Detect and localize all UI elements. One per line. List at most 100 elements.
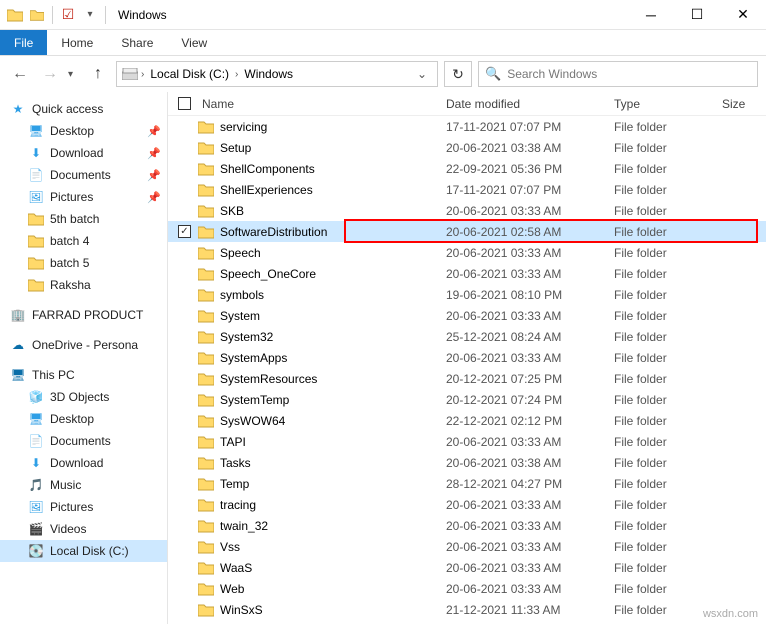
table-row[interactable]: Setup20-06-2021 03:38 AMFile folder [168,137,766,158]
select-all-checkbox[interactable] [178,97,191,110]
file-type: File folder [614,435,722,449]
table-row[interactable]: SysWOW6422-12-2021 02:12 PMFile folder [168,410,766,431]
table-row[interactable]: Vss20-06-2021 03:33 AMFile folder [168,536,766,557]
file-date: 20-06-2021 03:33 AM [446,435,614,449]
navbar: ← → ▾ ↑ › Local Disk (C:) › Windows ⌄ ↻ … [0,56,766,92]
folder-icon [28,211,44,227]
address-bar[interactable]: › Local Disk (C:) › Windows ⌄ [116,61,438,87]
file-date: 20-12-2021 07:24 PM [446,393,614,407]
sidebar-item[interactable]: batch 4 [0,230,167,252]
chevron-right-icon[interactable]: › [235,69,238,80]
file-date: 17-11-2021 07:07 PM [446,183,614,197]
table-row[interactable]: ✓SoftwareDistribution20-06-2021 02:58 AM… [168,221,766,242]
forward-button[interactable]: → [38,62,62,86]
file-type: File folder [614,183,722,197]
sidebar-item[interactable]: batch 5 [0,252,167,274]
maximize-button[interactable]: ☐ [674,0,720,30]
table-row[interactable]: twain_3220-06-2021 03:33 AMFile folder [168,515,766,536]
column-date[interactable]: Date modified [446,97,614,111]
row-checkbox[interactable]: ✓ [178,225,191,238]
sidebar-item[interactable]: 🎵Music [0,474,167,496]
file-type: File folder [614,582,722,596]
item-icon: 🎵 [28,477,44,493]
minimize-button[interactable]: ─ [628,0,674,30]
sidebar-item[interactable]: 🖥Desktop [0,408,167,430]
sidebar-item[interactable]: 5th batch [0,208,167,230]
table-row[interactable]: Tasks20-06-2021 03:38 AMFile folder [168,452,766,473]
sidebar-item[interactable]: 📄Documents📌 [0,164,167,186]
pin-icon: 📌 [147,125,161,138]
close-button[interactable]: ✕ [720,0,766,30]
sidebar-item[interactable]: Raksha [0,274,167,296]
file-date: 20-06-2021 03:38 AM [446,456,614,470]
sidebar-item[interactable]: 🖼Pictures📌 [0,186,167,208]
table-row[interactable]: WinSxS21-12-2021 11:33 AMFile folder [168,599,766,620]
table-row[interactable]: WaaS20-06-2021 03:33 AMFile folder [168,557,766,578]
address-dropdown-icon[interactable]: ⌄ [411,67,433,81]
search-input[interactable]: 🔍 Search Windows [478,61,758,87]
sidebar-item[interactable]: ⬇Download [0,452,167,474]
sidebar-item[interactable]: 🎬Videos [0,518,167,540]
file-name: twain_32 [220,519,268,533]
table-row[interactable]: System20-06-2021 03:33 AMFile folder [168,305,766,326]
table-row[interactable]: Speech_OneCore20-06-2021 03:33 AMFile fo… [168,263,766,284]
table-row[interactable]: SystemApps20-06-2021 03:33 AMFile folder [168,347,766,368]
sidebar-this-pc[interactable]: 🖥 This PC [0,364,167,386]
table-row[interactable]: tracing20-06-2021 03:33 AMFile folder [168,494,766,515]
ribbon-file-tab[interactable]: File [0,30,47,55]
table-row[interactable]: SystemResources20-12-2021 07:25 PMFile f… [168,368,766,389]
qat-open-icon[interactable] [28,6,46,24]
sidebar-onedrive[interactable]: ☁ OneDrive - Persona [0,334,167,356]
sidebar-item[interactable]: ⬇Download📌 [0,142,167,164]
folder-icon [28,277,44,293]
file-date: 20-06-2021 03:33 AM [446,204,614,218]
ribbon-tab-home[interactable]: Home [47,30,107,55]
qat-check-icon[interactable]: ☑ [59,6,77,24]
sidebar-item[interactable]: 🖥Desktop📌 [0,120,167,142]
table-row[interactable]: symbols19-06-2021 08:10 PMFile folder [168,284,766,305]
watermark: wsxdn.com [703,608,758,620]
breadcrumb-segment[interactable]: Local Disk (C:) [146,67,233,81]
column-size[interactable]: Size [722,97,766,111]
table-row[interactable]: SystemTemp20-12-2021 07:24 PMFile folder [168,389,766,410]
table-row[interactable]: ShellComponents22-09-2021 05:36 PMFile f… [168,158,766,179]
history-dropdown[interactable]: ▾ [68,69,80,80]
table-row[interactable]: TAPI20-06-2021 03:33 AMFile folder [168,431,766,452]
table-row[interactable]: ShellExperiences17-11-2021 07:07 PMFile … [168,179,766,200]
qat-dropdown-icon[interactable]: ▾ [81,6,99,24]
table-row[interactable]: Speech20-06-2021 03:33 AMFile folder [168,242,766,263]
file-date: 20-06-2021 02:58 AM [446,225,614,239]
file-name: SystemResources [220,372,317,386]
folder-icon [198,393,214,407]
folder-icon [198,309,214,323]
file-date: 21-12-2021 11:33 AM [446,603,614,617]
sidebar-item[interactable]: 💽Local Disk (C:) [0,540,167,562]
table-row[interactable]: SKB20-06-2021 03:33 AMFile folder [168,200,766,221]
column-name[interactable]: Name [198,97,446,111]
search-placeholder: Search Windows [507,67,597,81]
sidebar-item[interactable]: 📄Documents [0,430,167,452]
table-row[interactable]: servicing17-11-2021 07:07 PMFile folder [168,116,766,137]
breadcrumb-segment[interactable]: Windows [240,67,297,81]
refresh-button[interactable]: ↻ [444,61,472,87]
table-row[interactable]: System3225-12-2021 08:24 AMFile folder [168,326,766,347]
folder-icon [198,225,214,239]
folder-icon [198,330,214,344]
back-button[interactable]: ← [8,62,32,86]
up-button[interactable]: ↑ [86,62,110,86]
folder-icon [6,6,24,24]
file-date: 20-06-2021 03:33 AM [446,267,614,281]
column-type[interactable]: Type [614,97,722,111]
chevron-right-icon[interactable]: › [141,69,144,80]
sidebar-item[interactable]: 🧊3D Objects [0,386,167,408]
sidebar-item[interactable]: 🖼Pictures [0,496,167,518]
ribbon-tab-share[interactable]: Share [107,30,167,55]
sidebar-quick-access[interactable]: ★ Quick access [0,98,167,120]
sidebar-farrad[interactable]: 🏢 FARRAD PRODUCT [0,304,167,326]
ribbon-tab-view[interactable]: View [167,30,221,55]
table-row[interactable]: Temp28-12-2021 04:27 PMFile folder [168,473,766,494]
file-name: Vss [220,540,240,554]
file-date: 20-06-2021 03:33 AM [446,246,614,260]
folder-icon [198,162,214,176]
table-row[interactable]: Web20-06-2021 03:33 AMFile folder [168,578,766,599]
